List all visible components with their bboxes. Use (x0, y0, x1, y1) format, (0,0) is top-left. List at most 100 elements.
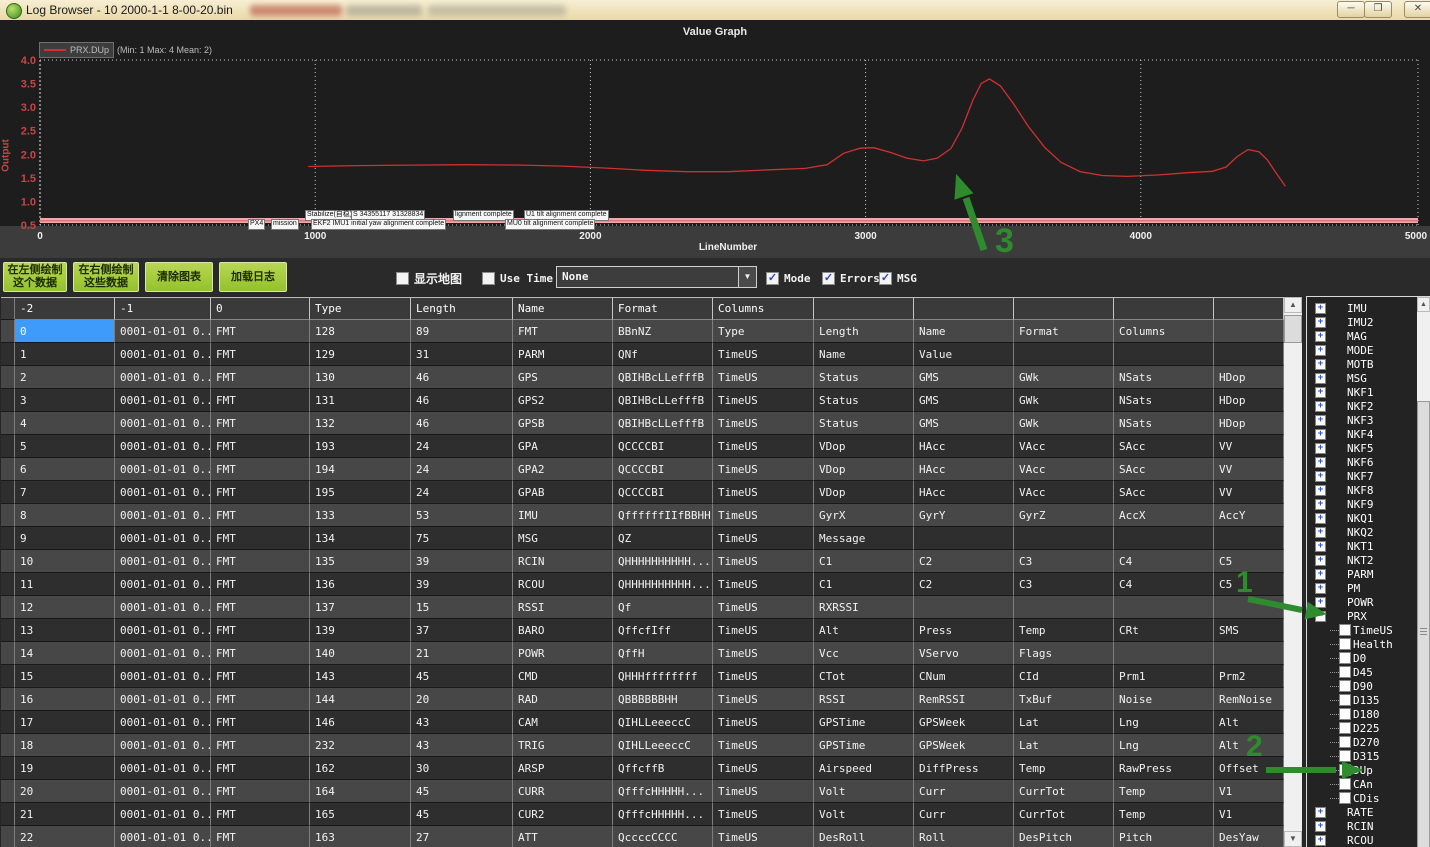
table-cell[interactable]: 24 (411, 435, 513, 458)
row-header[interactable] (1, 596, 15, 619)
tree-item-rcin[interactable]: +RCIN (1307, 819, 1415, 833)
table-cell[interactable]: C5 (1214, 573, 1284, 596)
tree-item-nkq2[interactable]: +NKQ2 (1307, 525, 1415, 539)
table-cell[interactable]: HAcc (914, 435, 1014, 458)
table-cell[interactable]: HAcc (914, 481, 1014, 504)
table-cell[interactable]: Roll (914, 826, 1014, 847)
msg-checkbox[interactable]: ✓ MSG (879, 271, 917, 285)
table-cell[interactable]: C5 (1214, 550, 1284, 573)
table-cell[interactable]: 0001-01-01 0... (115, 481, 211, 504)
table-cell[interactable]: Length (814, 320, 914, 343)
table-cell[interactable]: TimeUS (713, 343, 814, 366)
table-cell[interactable]: GyrX (814, 504, 914, 527)
column-header[interactable]: 0 (211, 298, 310, 320)
table-cell[interactable]: VAcc (1014, 458, 1114, 481)
expand-icon[interactable]: + (1315, 513, 1326, 524)
row-header[interactable] (1, 320, 15, 343)
table-cell[interactable]: C2 (914, 573, 1014, 596)
table-cell[interactable]: 30 (411, 757, 513, 780)
table-cell[interactable]: RXRSSI (814, 596, 914, 619)
table-cell[interactable]: GWk (1014, 412, 1114, 435)
table-cell[interactable] (1214, 343, 1284, 366)
table-cell[interactable]: 0001-01-01 0... (115, 573, 211, 596)
table-cell[interactable]: TimeUS (713, 803, 814, 826)
table-cell[interactable]: GPSTime (814, 711, 914, 734)
table-cell[interactable]: CTot (814, 665, 914, 688)
table-cell[interactable]: DesRoll (814, 826, 914, 847)
table-cell[interactable]: 0001-01-01 0... (115, 688, 211, 711)
table-cell[interactable]: 0001-01-01 0... (115, 527, 211, 550)
expand-icon[interactable]: + (1315, 527, 1326, 538)
table-cell[interactable]: QBIHBcLLefffB (613, 389, 713, 412)
table-cell[interactable]: Qf (613, 596, 713, 619)
table-cell[interactable]: FMT (211, 389, 310, 412)
chevron-down-icon[interactable]: ▼ (738, 267, 756, 287)
table-cell[interactable]: QBBBBBBHH (613, 688, 713, 711)
tree-field-d270[interactable]: D270 (1307, 735, 1415, 749)
table-cell[interactable]: 4 (15, 412, 115, 435)
table-cell[interactable]: MSG (513, 527, 613, 550)
table-cell[interactable]: GMS (914, 412, 1014, 435)
table-cell[interactable]: FMT (211, 642, 310, 665)
table-cell[interactable]: QffcfIff (613, 619, 713, 642)
expand-icon[interactable]: + (1315, 303, 1326, 314)
table-cell[interactable]: 45 (411, 665, 513, 688)
row-header[interactable] (1, 803, 15, 826)
table-cell[interactable]: 46 (411, 389, 513, 412)
table-cell[interactable]: GPS2 (513, 389, 613, 412)
table-cell[interactable]: 162 (310, 757, 411, 780)
table-cell[interactable]: GMS (914, 389, 1014, 412)
unchecked-checkbox-icon[interactable] (1339, 722, 1351, 734)
table-cell[interactable]: V1 (1214, 780, 1284, 803)
table-cell[interactable]: QccccCCCC (613, 826, 713, 847)
table-cell[interactable] (1214, 642, 1284, 665)
table-cell[interactable]: QHHHffffffff (613, 665, 713, 688)
table-cell[interactable]: CAM (513, 711, 613, 734)
table-cell[interactable] (1214, 320, 1284, 343)
table-cell[interactable]: 140 (310, 642, 411, 665)
table-cell[interactable]: 9 (15, 527, 115, 550)
column-header[interactable]: Columns (713, 298, 814, 320)
tree-field-health[interactable]: Health (1307, 637, 1415, 651)
table-cell[interactable]: FMT (211, 481, 310, 504)
table-cell[interactable]: 143 (310, 665, 411, 688)
table-cell[interactable]: Temp (1114, 780, 1214, 803)
table-cell[interactable]: 53 (411, 504, 513, 527)
tree-item-msg[interactable]: +MSG (1307, 371, 1415, 385)
table-cell[interactable]: C1 (814, 573, 914, 596)
tree-item-motb[interactable]: +MOTB (1307, 357, 1415, 371)
table-cell[interactable]: 132 (310, 412, 411, 435)
table-cell[interactable]: VAcc (1014, 481, 1114, 504)
table-cell[interactable]: TimeUS (713, 619, 814, 642)
table-cell[interactable]: 6 (15, 458, 115, 481)
table-cell[interactable]: TimeUS (713, 504, 814, 527)
table-cell[interactable]: FMT (211, 343, 310, 366)
clear-graph-button[interactable]: 清除图表 (145, 262, 213, 292)
table-cell[interactable]: 13 (15, 619, 115, 642)
row-header[interactable] (1, 619, 15, 642)
unchecked-checkbox-icon[interactable] (1339, 638, 1351, 650)
table-cell[interactable]: 0001-01-01 0... (115, 366, 211, 389)
table-cell[interactable]: ATT (513, 826, 613, 847)
table-cell[interactable]: GyrZ (1014, 504, 1114, 527)
expand-icon[interactable]: + (1315, 583, 1326, 594)
table-cell[interactable]: 163 (310, 826, 411, 847)
table-cell[interactable]: 139 (310, 619, 411, 642)
tree-field-d225[interactable]: D225 (1307, 721, 1415, 735)
row-header[interactable] (1, 527, 15, 550)
table-cell[interactable]: CRt (1114, 619, 1214, 642)
table-cell[interactable]: TimeUS (713, 458, 814, 481)
plot-left-button[interactable]: 在左侧绘制 这个数据 (3, 262, 67, 292)
expand-icon[interactable]: + (1315, 835, 1326, 846)
table-cell[interactable]: TimeUS (713, 435, 814, 458)
table-cell[interactable]: VV (1214, 458, 1284, 481)
table-row[interactable]: 50001-01-01 0...FMT19324GPAQCCCCBITimeUS… (1, 435, 1284, 458)
table-row[interactable]: 140001-01-01 0...FMT14021POWRQffHTimeUSV… (1, 642, 1284, 665)
expand-icon[interactable]: + (1315, 597, 1326, 608)
mode-filter-dropdown[interactable]: None ▼ (556, 266, 757, 288)
table-cell[interactable]: C2 (914, 550, 1014, 573)
table-cell[interactable]: GPS (513, 366, 613, 389)
table-cell[interactable] (1214, 596, 1284, 619)
table-cell[interactable] (1014, 343, 1114, 366)
tree-item-prx[interactable]: −PRX (1307, 609, 1415, 623)
